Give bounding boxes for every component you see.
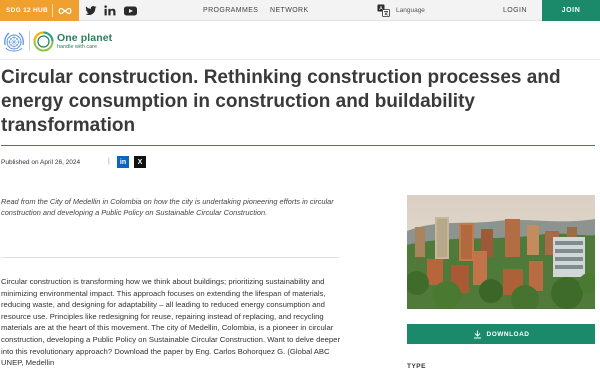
intro-divider xyxy=(1,257,339,258)
article-hero-image xyxy=(407,195,595,309)
one-planet-tagline: handle with care xyxy=(57,44,98,50)
sdg-hub-badge[interactable]: SDG 12 HUB xyxy=(0,0,79,21)
nav-programmes[interactable]: PROGRAMMES xyxy=(203,7,258,14)
nav-network[interactable]: NETWORK xyxy=(270,7,309,14)
translate-icon[interactable]: A xyxy=(377,4,390,17)
youtube-icon[interactable] xyxy=(123,4,137,17)
title-divider xyxy=(1,145,595,146)
page-title: Circular construction. Rethinking constr… xyxy=(1,67,561,136)
un-emblem-icon[interactable] xyxy=(2,30,26,54)
twitter-icon[interactable] xyxy=(84,4,98,17)
article-body: Circular construction is transforming ho… xyxy=(1,277,341,368)
logo-divider xyxy=(29,31,30,51)
login-link[interactable]: LOGIN xyxy=(503,7,527,14)
download-label: DOWNLOAD xyxy=(486,330,530,338)
meta-separator: | xyxy=(108,158,110,165)
infinity-icon xyxy=(58,7,72,14)
download-icon xyxy=(473,330,481,338)
join-button[interactable]: JOIN xyxy=(542,0,600,21)
sdg-hub-label: SDG 12 HUB xyxy=(6,7,49,14)
one-planet-logo-icon[interactable] xyxy=(33,31,54,52)
logo-row: One planet handle with care xyxy=(0,22,600,60)
share-linkedin-button[interactable]: in xyxy=(117,156,129,168)
top-bar: SDG 12 HUB PROGRAMMES NETWORK A Language… xyxy=(0,0,600,21)
article-intro: Read from the City of Medellin in Colomb… xyxy=(1,197,334,218)
sdg-divider xyxy=(52,4,54,17)
download-button[interactable]: DOWNLOAD xyxy=(407,324,595,344)
language-selector[interactable]: Language xyxy=(396,7,425,14)
type-heading: TYPE xyxy=(407,363,426,370)
one-planet-title: One planet xyxy=(57,32,113,44)
linkedin-icon[interactable] xyxy=(103,4,117,17)
published-date: Published on April 26, 2024 xyxy=(1,159,81,166)
share-x-button[interactable]: X xyxy=(134,156,146,168)
